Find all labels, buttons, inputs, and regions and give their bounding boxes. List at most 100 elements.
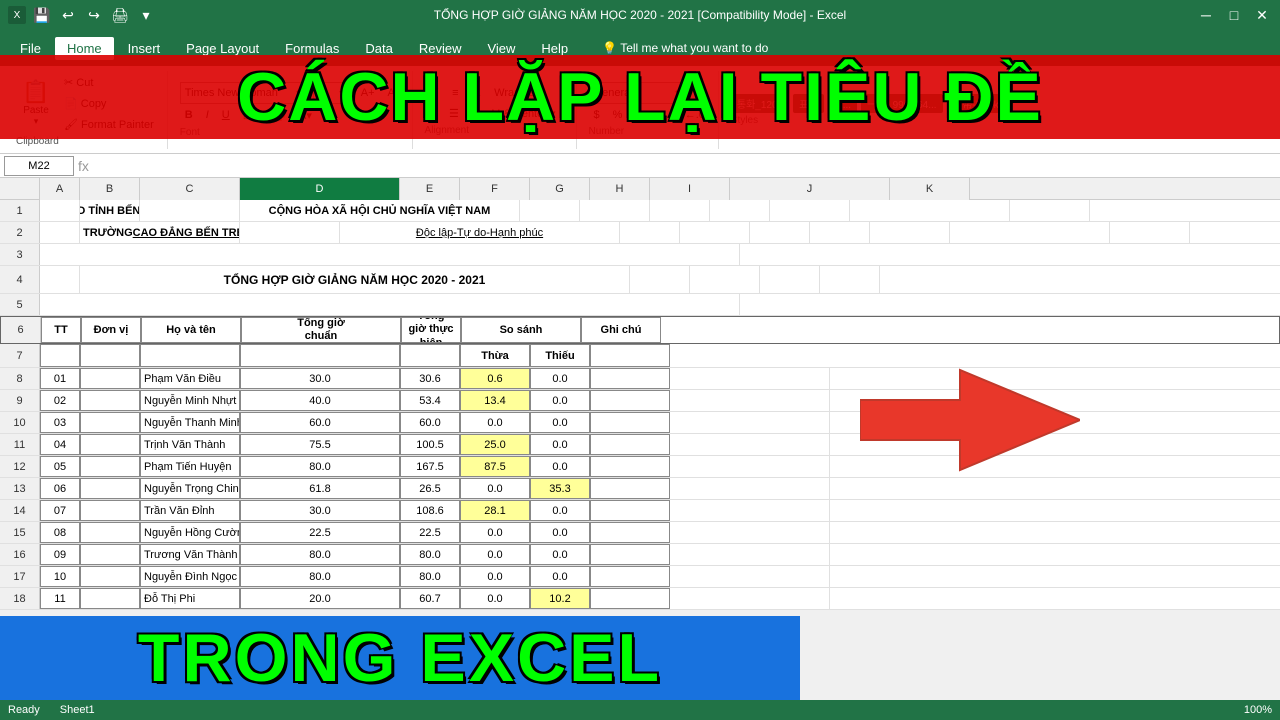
- cell-a6-tt[interactable]: TT: [41, 317, 81, 343]
- align-right-btn[interactable]: ≡: [467, 105, 483, 123]
- cell-chuan-17[interactable]: 80.0: [240, 566, 400, 587]
- name-box[interactable]: [4, 156, 74, 176]
- font-color-btn[interactable]: A▾: [294, 106, 317, 125]
- cell-f2[interactable]: [680, 222, 750, 243]
- col-header-d[interactable]: D: [240, 178, 400, 200]
- italic-btn[interactable]: I: [201, 106, 214, 124]
- percent-btn[interactable]: %: [608, 106, 628, 124]
- menu-help[interactable]: Help: [529, 37, 580, 60]
- cell-h4[interactable]: [820, 266, 880, 293]
- menu-view[interactable]: View: [475, 37, 527, 60]
- col-header-a[interactable]: A: [40, 178, 80, 200]
- cell-tt-13[interactable]: 06: [40, 478, 80, 499]
- cell-thuc-14[interactable]: 108.6: [400, 500, 460, 521]
- cell-donvi-10[interactable]: [80, 412, 140, 433]
- cell-f4[interactable]: [690, 266, 760, 293]
- cell-hoten-8[interactable]: Phạm Văn Điều: [140, 368, 240, 389]
- cell-thuc-18[interactable]: 60.7: [400, 588, 460, 609]
- fill-color-btn[interactable]: A🎨: [260, 106, 291, 125]
- cell-tt-14[interactable]: 07: [40, 500, 80, 521]
- cell-tt-15[interactable]: 08: [40, 522, 80, 543]
- undo-btn[interactable]: ↩: [58, 5, 78, 25]
- cell-thieu-8[interactable]: 0.0: [530, 368, 590, 389]
- cell-ghichu-13[interactable]: [590, 478, 670, 499]
- cell-tt-11[interactable]: 04: [40, 434, 80, 455]
- menu-file[interactable]: File: [8, 37, 53, 60]
- row-num-16[interactable]: 16: [0, 544, 40, 565]
- cell-f7-thua[interactable]: Thừa: [460, 344, 530, 367]
- save-btn[interactable]: 💾: [32, 5, 52, 25]
- cell-k2[interactable]: [1110, 222, 1190, 243]
- title-bar-controls[interactable]: X 💾 ↩ ↪ 🖨 ▾: [8, 5, 156, 25]
- cell-j-17[interactable]: [670, 566, 830, 587]
- align-top-btn[interactable]: ⊤: [425, 83, 445, 102]
- decrease-decimal-btn[interactable]: ←.0: [680, 106, 710, 124]
- number-format-select[interactable]: General: [589, 82, 689, 104]
- cell-a7[interactable]: [40, 344, 80, 367]
- row-num-8[interactable]: 8: [0, 368, 40, 389]
- cell-thuc-16[interactable]: 80.0: [400, 544, 460, 565]
- cell-d7[interactable]: [240, 344, 400, 367]
- cell-g7-thieu[interactable]: Thiếu: [530, 344, 590, 367]
- menu-data[interactable]: Data: [353, 37, 404, 60]
- maximize-btn[interactable]: □: [1224, 5, 1244, 25]
- cell-a5[interactable]: [40, 294, 740, 315]
- format-painter-button[interactable]: 🖌 Format Painter: [59, 115, 159, 134]
- cell-thieu-16[interactable]: 0.0: [530, 544, 590, 565]
- cell-b1[interactable]: UBND TỈNH BẾN TRE: [80, 200, 140, 221]
- cell-d6[interactable]: Tổng giờchuẩn: [241, 317, 401, 343]
- cell-hoten-11[interactable]: Trịnh Văn Thành: [140, 434, 240, 455]
- cell-ghichu-10[interactable]: [590, 412, 670, 433]
- cell-h2[interactable]: [810, 222, 870, 243]
- row-num-6[interactable]: 6: [1, 317, 41, 343]
- cell-hoten-15[interactable]: Nguyễn Hồng Cường: [140, 522, 240, 543]
- cell-thuc-9[interactable]: 53.4: [400, 390, 460, 411]
- cell-j-9[interactable]: [670, 390, 830, 411]
- cell-tt-9[interactable]: 02: [40, 390, 80, 411]
- cell-chuan-12[interactable]: 80.0: [240, 456, 400, 477]
- cell-i6[interactable]: Ghi chú: [581, 317, 661, 343]
- cell-d2[interactable]: Độc lập-Tự do-Hạnh phúc: [340, 222, 620, 243]
- cell-thuc-15[interactable]: 22.5: [400, 522, 460, 543]
- cell-thieu-15[interactable]: 0.0: [530, 522, 590, 543]
- cell-d1[interactable]: CỘNG HÒA XÃ HỘI CHỦ NGHĨA VIỆT NAM: [240, 200, 520, 221]
- cell-g2[interactable]: [750, 222, 810, 243]
- cell-thieu-17[interactable]: 0.0: [530, 566, 590, 587]
- cell-ghichu-16[interactable]: [590, 544, 670, 565]
- cell-thieu-11[interactable]: 0.0: [530, 434, 590, 455]
- row-num-1[interactable]: 1: [0, 200, 40, 221]
- cell-thua-15[interactable]: 0.0: [460, 522, 530, 543]
- cell-thua-12[interactable]: 87.5: [460, 456, 530, 477]
- cell-ghichu-18[interactable]: [590, 588, 670, 609]
- cell-thieu-9[interactable]: 0.0: [530, 390, 590, 411]
- col-header-g[interactable]: G: [530, 178, 590, 200]
- cell-hoten-14[interactable]: Trần Văn Đỉnh: [140, 500, 240, 521]
- cell-thuc-10[interactable]: 60.0: [400, 412, 460, 433]
- cell-donvi-17[interactable]: [80, 566, 140, 587]
- cell-ghichu-11[interactable]: [590, 434, 670, 455]
- col-header-h[interactable]: H: [590, 178, 650, 200]
- cell-c7[interactable]: [140, 344, 240, 367]
- cell-chuan-11[interactable]: 75.5: [240, 434, 400, 455]
- align-bottom-btn[interactable]: ⊥: [467, 83, 487, 102]
- menu-formulas[interactable]: Formulas: [273, 37, 351, 60]
- cell-thua-17[interactable]: 0.0: [460, 566, 530, 587]
- row-num-9[interactable]: 9: [0, 390, 40, 411]
- merge-center-btn[interactable]: M & Center ▾: [486, 104, 560, 123]
- cell-f1[interactable]: [580, 200, 650, 221]
- comma-btn[interactable]: ,: [630, 106, 643, 124]
- style-표준[interactable]: 표준: [793, 94, 823, 113]
- cell-donvi-18[interactable]: [80, 588, 140, 609]
- cell-donvi-8[interactable]: [80, 368, 140, 389]
- bold-btn[interactable]: B: [180, 106, 198, 124]
- tell-me[interactable]: 💡 Tell me what you want to do: [602, 41, 768, 55]
- cell-c1[interactable]: [140, 200, 240, 221]
- copy-button[interactable]: 📄 Copy: [59, 94, 159, 113]
- cell-chuan-14[interactable]: 30.0: [240, 500, 400, 521]
- col-header-c[interactable]: C: [140, 178, 240, 200]
- cell-ghichu-15[interactable]: [590, 522, 670, 543]
- underline-btn[interactable]: U: [217, 106, 235, 124]
- cell-tt-16[interactable]: 09: [40, 544, 80, 565]
- cell-thieu-13[interactable]: 35.3: [530, 478, 590, 499]
- cell-chuan-18[interactable]: 20.0: [240, 588, 400, 609]
